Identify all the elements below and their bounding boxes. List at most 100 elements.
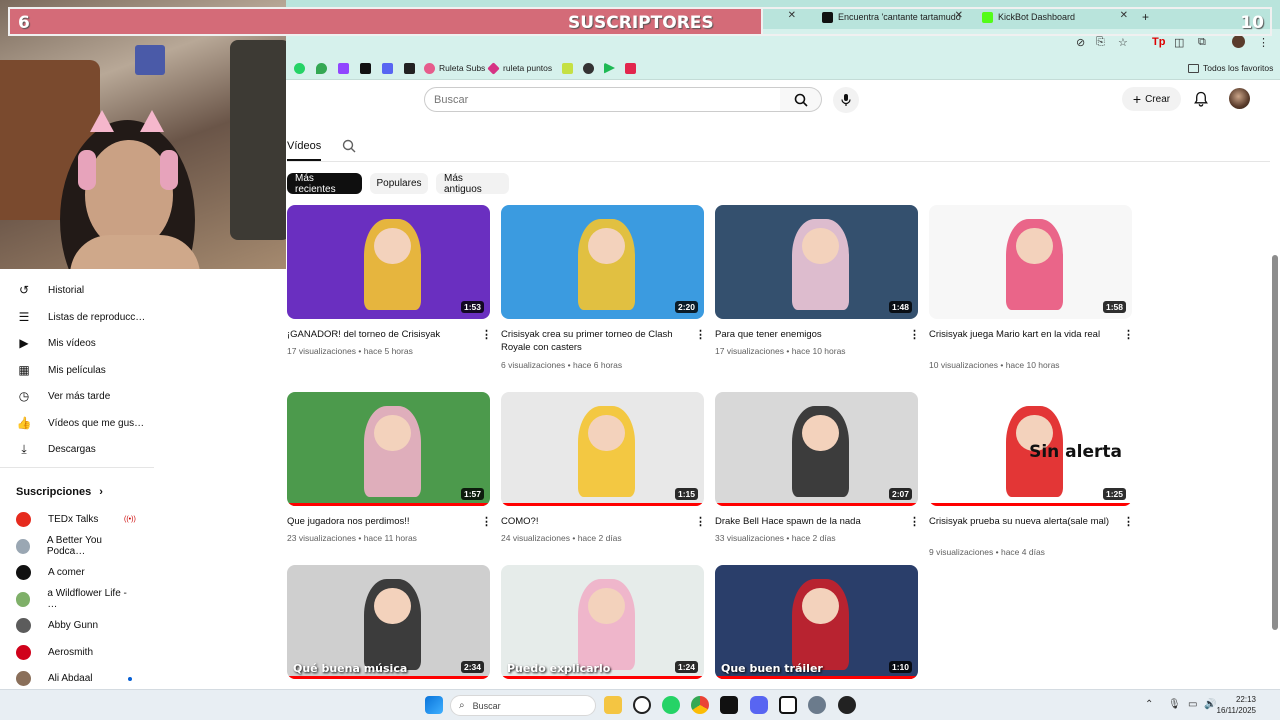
video-more-menu-icon[interactable]: ⋮ <box>909 329 920 341</box>
video-card[interactable]: 1:57 Que jugadora nos perdimos!! 23 visual… <box>287 392 492 543</box>
video-card[interactable]: 1:48 Para que tener enemigos 17 visualizac… <box>715 205 920 356</box>
subscriptions-header[interactable]: Suscripciones › <box>16 481 103 503</box>
extension-tp-icon[interactable]: Tp <box>1152 36 1165 48</box>
bookmark-whatsapp[interactable] <box>294 61 309 75</box>
sidebar-item[interactable]: ▦ Mis películas <box>16 359 105 381</box>
sidebar-item[interactable]: ☰ Listas de reproducc… <box>16 306 146 328</box>
taskbar-clock[interactable]: 22:13 16/11/2025 <box>1217 694 1256 716</box>
video-card[interactable]: 1:58 Crisisyak juega Mario kart en la vid… <box>929 205 1134 370</box>
bookmark-star-icon[interactable]: ☆ <box>1118 36 1128 49</box>
whatsapp-icon[interactable] <box>662 696 680 714</box>
video-title[interactable]: Crisisyak juega Mario kart en la vida re… <box>929 328 1114 341</box>
bookmark-app[interactable] <box>583 61 598 75</box>
bookmark-app[interactable] <box>562 61 577 75</box>
video-card[interactable]: Puedo explicarlo 1:24 <box>501 565 705 679</box>
create-button[interactable]: + Crear <box>1122 87 1181 111</box>
chrome-icon[interactable] <box>691 696 709 714</box>
video-title[interactable]: Que jugadora nos perdimos!! <box>287 515 472 528</box>
subscription-item[interactable]: Aerosmith <box>16 641 136 663</box>
file-explorer-icon[interactable] <box>604 696 622 714</box>
tray-network-icon[interactable]: ▭ <box>1188 699 1197 710</box>
subscription-item[interactable]: Abby Gunn <box>16 614 136 636</box>
account-avatar[interactable] <box>1229 88 1250 109</box>
bookmark-download[interactable] <box>382 61 397 75</box>
video-thumbnail[interactable]: 2:07 <box>715 392 918 506</box>
video-more-menu-icon[interactable]: ⋮ <box>695 329 706 341</box>
subscription-item[interactable]: a Wildflower Life - … <box>16 588 136 610</box>
discord-icon[interactable] <box>750 696 768 714</box>
video-card[interactable]: 1:15 COMO?! 24 visualizaciones • hace 2 dí… <box>501 392 706 543</box>
chip-oldest[interactable]: Más antiguos <box>436 173 509 195</box>
bookmark-chat[interactable] <box>404 61 419 75</box>
channel-search-icon[interactable] <box>342 139 356 153</box>
video-title[interactable]: COMO?! <box>501 515 686 528</box>
video-title[interactable]: Para que tener enemigos <box>715 328 900 341</box>
video-thumbnail[interactable]: 2:20 <box>501 205 704 319</box>
settings-icon[interactable] <box>808 696 826 714</box>
notifications-bell-icon[interactable] <box>1192 90 1210 108</box>
video-more-menu-icon[interactable]: ⋮ <box>481 329 492 341</box>
search-input[interactable]: Buscar <box>424 87 781 112</box>
subscription-item[interactable]: Ali Abdaal <box>16 667 136 689</box>
chip-popular[interactable]: Populares <box>370 173 428 194</box>
extensions-puzzle-icon[interactable]: ⧉ <box>1198 36 1206 49</box>
video-thumbnail[interactable]: Puedo explicarlo 1:24 <box>501 565 704 679</box>
page-scrollbar[interactable] <box>1270 80 1280 689</box>
video-title[interactable]: Crisisyak crea su primer torneo de Clash… <box>501 328 686 354</box>
video-more-menu-icon[interactable]: ⋮ <box>695 516 706 528</box>
sidebar-item[interactable]: 👍 Vídeos que me gus… <box>16 412 145 434</box>
video-card[interactable]: Sin alerta 1:25 Crisisyak prueba su nueva … <box>929 392 1134 557</box>
bookmark-ruleta-puntos[interactable]: ruleta puntos <box>487 61 552 75</box>
video-thumbnail[interactable]: 1:48 <box>715 205 918 319</box>
install-icon[interactable]: ⎘ <box>1096 36 1105 49</box>
chip-most-recent[interactable]: Más recientes <box>287 173 362 195</box>
sidebar-item[interactable]: ↺ Historial <box>16 279 84 301</box>
video-thumbnail[interactable]: 1:53 <box>287 205 490 319</box>
tab-videos[interactable]: Vídeos <box>287 140 321 152</box>
video-more-menu-icon[interactable]: ⋮ <box>909 516 920 528</box>
video-thumbnail[interactable]: 1:15 <box>501 392 704 506</box>
video-card[interactable]: 2:07 Drake Bell Hace spawn de la nada 33 v… <box>715 392 920 543</box>
video-thumbnail[interactable]: Que buen tráiler 1:10 <box>715 565 918 679</box>
video-title[interactable]: Drake Bell Hace spawn de la nada <box>715 515 900 528</box>
video-card[interactable]: 2:20 Crisisyak crea su primer torneo de C… <box>501 205 706 370</box>
sidebar-item[interactable]: ⤓ Descargas <box>16 438 95 460</box>
video-more-menu-icon[interactable]: ⋮ <box>481 516 492 528</box>
video-thumbnail[interactable]: 1:58 <box>929 205 1132 319</box>
tray-volume-icon[interactable]: 🔊 <box>1204 699 1216 710</box>
more-menu-icon[interactable]: ⋮ <box>1258 36 1269 49</box>
subscription-item[interactable]: TEDx Talks ((•)) <box>16 508 136 530</box>
all-bookmarks-folder[interactable]: Todos los favoritos <box>1188 61 1273 75</box>
video-thumbnail[interactable]: Qué buena música 2:34 <box>287 565 490 679</box>
tray-mic-icon[interactable]: 🎙 <box>1168 699 1181 710</box>
camera-blocked-icon[interactable]: ⊘ <box>1076 36 1085 49</box>
bookmark-maps[interactable] <box>316 61 331 75</box>
sidebar-item[interactable]: ◷ Ver más tarde <box>16 385 111 407</box>
profile-avatar[interactable] <box>1232 35 1245 48</box>
subscription-item[interactable]: A Better You Podca… <box>16 535 136 557</box>
subscription-item[interactable]: A comer <box>16 561 136 583</box>
obs-icon[interactable] <box>838 696 856 714</box>
video-thumbnail[interactable]: 1:57 <box>287 392 490 506</box>
windows-start-icon[interactable] <box>425 696 443 714</box>
video-thumbnail[interactable]: Sin alerta 1:25 <box>929 392 1132 506</box>
bookmark-twitch[interactable] <box>338 61 353 75</box>
video-more-menu-icon[interactable]: ⋮ <box>1123 329 1134 341</box>
tray-chevron-icon[interactable]: ⌃ <box>1145 699 1153 710</box>
sidebar-item[interactable]: ▶ Mis vídeos <box>16 332 95 354</box>
voice-search-button[interactable] <box>833 87 859 113</box>
taskbar-search[interactable]: ⌕ Buscar <box>450 695 596 716</box>
notion-icon[interactable] <box>779 696 797 714</box>
bookmark-ruleta-subs[interactable]: Ruleta Subs <box>424 61 485 75</box>
extension-icon[interactable]: ◫ <box>1174 36 1184 49</box>
search-button[interactable] <box>780 87 822 112</box>
video-more-menu-icon[interactable]: ⋮ <box>1123 516 1134 528</box>
chatgpt-icon[interactable] <box>633 696 651 714</box>
video-card[interactable]: Que buen tráiler 1:10 <box>715 565 919 679</box>
bookmark-app[interactable] <box>625 61 640 75</box>
capcut-icon[interactable] <box>720 696 738 714</box>
video-title[interactable]: ¡GANADOR! del torneo de Crisisyak <box>287 328 472 341</box>
video-card[interactable]: 1:53 ¡GANADOR! del torneo de Crisisyak 17 … <box>287 205 492 356</box>
bookmark-play[interactable] <box>604 61 619 75</box>
scrollbar-thumb[interactable] <box>1272 255 1278 630</box>
